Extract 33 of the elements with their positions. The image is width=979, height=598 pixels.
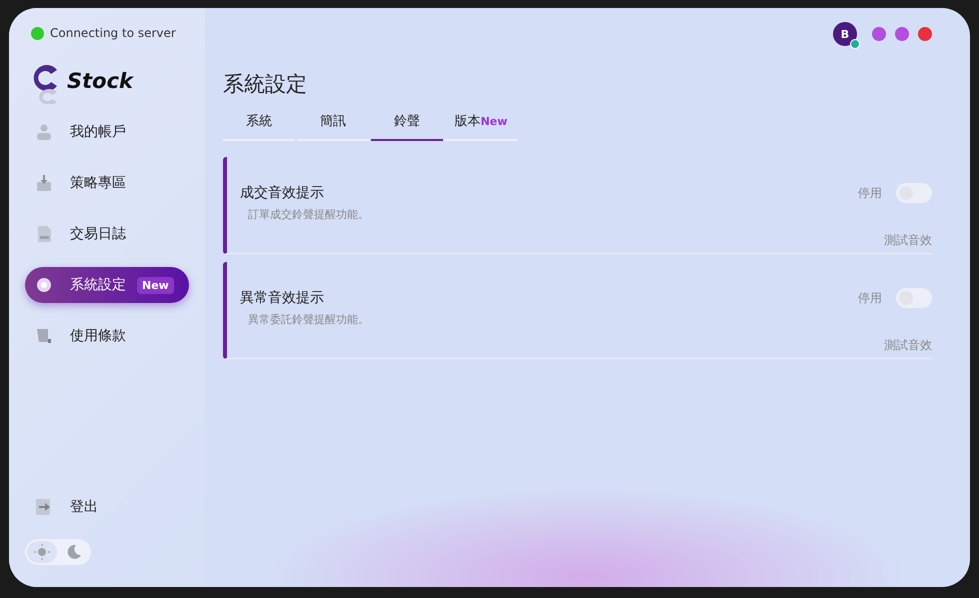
- toggle-switch[interactable]: [896, 288, 932, 308]
- nav-item[interactable]: 使用條款: [25, 318, 189, 354]
- tab[interactable]: 簡訊: [297, 112, 369, 141]
- user-icon: [35, 123, 53, 141]
- log-file-icon: [35, 225, 53, 243]
- tab[interactable]: 鈴聲: [371, 112, 443, 141]
- nav-item[interactable]: 交易日誌: [25, 216, 189, 252]
- toggle-label: 停用: [858, 184, 882, 202]
- toggle-switch[interactable]: [896, 183, 932, 203]
- avatar[interactable]: B: [833, 22, 857, 46]
- theme-toggle[interactable]: [25, 539, 91, 565]
- download-icon: [35, 174, 53, 192]
- window-control[interactable]: [872, 27, 886, 41]
- logo-text: Stock: [67, 69, 134, 93]
- gear-icon: [35, 276, 53, 294]
- tab[interactable]: 系統: [223, 112, 295, 141]
- tab[interactable]: 版本New: [445, 112, 517, 141]
- toggle-label: 停用: [858, 290, 882, 306]
- setting-title: 異常音效提示: [240, 289, 325, 307]
- nav-item[interactable]: 我的帳戶: [25, 114, 189, 150]
- nav-item[interactable]: 系統設定 New: [25, 267, 189, 303]
- page-title: 系統設定: [223, 71, 308, 98]
- scroll-icon: [35, 327, 53, 345]
- setting-description: 訂單成交鈴聲提醒功能。: [248, 207, 370, 222]
- setting-description: 異常委託鈴聲提醒功能。: [248, 312, 370, 327]
- setting-title: 成交音效提示: [240, 184, 325, 202]
- window-control[interactable]: [918, 27, 932, 41]
- new-badge: New: [137, 276, 174, 294]
- sun-icon[interactable]: [27, 541, 57, 563]
- nav-item[interactable]: 策略專區: [25, 165, 189, 201]
- connection-status-text: Connecting to server: [50, 26, 176, 40]
- logout-item[interactable]: 登出: [25, 489, 189, 525]
- window-control[interactable]: [895, 27, 909, 41]
